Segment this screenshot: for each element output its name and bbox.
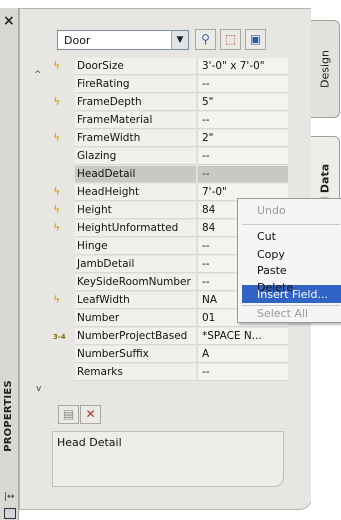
- menu-separator: [242, 224, 340, 225]
- property-name: FrameDepth: [75, 94, 196, 111]
- property-name: Hinge: [75, 238, 196, 255]
- lightning-icon: ϟ: [53, 293, 61, 306]
- lightning-icon: ϟ: [53, 203, 61, 216]
- property-value[interactable]: --: [197, 148, 288, 165]
- property-row[interactable]: ϟ FrameWidth 2": [50, 130, 288, 147]
- palette-properties-icon[interactable]: [4, 508, 16, 519]
- property-row[interactable]: ϟ DoorSize 3'-0" x 7'-0": [50, 58, 288, 75]
- property-set-icon: ▤: [62, 407, 75, 421]
- lightning-icon: ϟ: [53, 185, 61, 198]
- property-name: FireRating: [75, 76, 196, 93]
- menu-item-insert-field[interactable]: Insert Field...: [257, 288, 328, 301]
- property-value[interactable]: --: [197, 364, 288, 381]
- add-property-button[interactable]: ▤: [58, 405, 79, 424]
- filter-icon: ⚲: [201, 32, 210, 46]
- property-name: Glazing: [75, 148, 196, 165]
- property-row[interactable]: HeadDetail --: [50, 166, 288, 183]
- property-name: Remarks: [75, 364, 196, 381]
- lightning-icon: ϟ: [53, 131, 61, 144]
- description-box: Head Detail: [52, 431, 284, 487]
- chevron-down-icon[interactable]: ▼: [171, 31, 188, 49]
- property-name: Number: [75, 310, 196, 327]
- property-name: NumberProjectBased: [75, 328, 196, 345]
- property-value[interactable]: 5": [197, 94, 288, 111]
- palette-title: PROPERTIES: [3, 380, 14, 452]
- close-icon[interactable]: ×: [3, 14, 15, 28]
- property-row[interactable]: NumberSuffix A: [50, 346, 288, 363]
- property-value[interactable]: --: [197, 166, 288, 183]
- select-objects-icon: ⬚: [224, 32, 237, 46]
- auto-number-icon: 3-4: [53, 333, 66, 341]
- lightning-icon: ϟ: [53, 59, 61, 72]
- tab-design-label: Design: [318, 50, 332, 88]
- menu-item-cut[interactable]: Cut: [257, 230, 276, 243]
- menu-item-paste[interactable]: Paste: [257, 264, 287, 277]
- collapse-up-icon[interactable]: ^: [34, 70, 42, 80]
- menu-item-copy[interactable]: Copy: [257, 248, 285, 261]
- menu-item-undo[interactable]: Undo: [257, 204, 286, 217]
- remove-property-button[interactable]: ✕: [80, 405, 101, 424]
- filter-button[interactable]: ⚲: [195, 29, 216, 50]
- property-name: KeySideRoomNumber: [75, 274, 196, 291]
- remove-property-icon: ✕: [85, 407, 96, 421]
- property-row[interactable]: 3-4 NumberProjectBased *SPACE N...: [50, 328, 288, 345]
- property-value[interactable]: *SPACE N...: [197, 328, 288, 345]
- select-objects-button[interactable]: ⬚: [220, 29, 241, 50]
- context-menu: Undo Cut Copy Paste Delete Insert Field.…: [237, 198, 341, 323]
- property-name: HeadHeight: [75, 184, 196, 201]
- property-name: FrameWidth: [75, 130, 196, 147]
- property-name: NumberSuffix: [75, 346, 196, 363]
- property-name: Height: [75, 202, 196, 219]
- property-name: HeightUnformatted: [75, 220, 196, 237]
- menu-separator: [242, 305, 340, 306]
- property-name: FrameMaterial: [75, 112, 196, 129]
- quick-select-button[interactable]: ▣: [245, 29, 266, 50]
- property-name: DoorSize: [75, 58, 196, 75]
- collapse-down-icon[interactable]: v: [36, 384, 41, 394]
- menu-item-select-all[interactable]: Select All: [257, 307, 308, 320]
- property-row[interactable]: ϟ FrameDepth 5": [50, 94, 288, 111]
- object-type-value: Door: [64, 34, 91, 47]
- property-name: HeadDetail: [75, 166, 196, 183]
- lightning-icon: ϟ: [53, 95, 61, 108]
- property-value[interactable]: 2": [197, 130, 288, 147]
- property-row[interactable]: Remarks --: [50, 364, 288, 381]
- property-row[interactable]: FireRating --: [50, 76, 288, 93]
- property-value[interactable]: --: [197, 76, 288, 93]
- property-value[interactable]: 3'-0" x 7'-0": [197, 58, 288, 75]
- palette-title-strip[interactable]: × PROPERTIES |↔: [0, 8, 19, 520]
- property-name: LeafWidth: [75, 292, 196, 309]
- property-row[interactable]: Glazing --: [50, 148, 288, 165]
- property-value[interactable]: A: [197, 346, 288, 363]
- quick-select-icon: ▣: [249, 32, 262, 46]
- object-type-select[interactable]: Door ▼: [57, 30, 189, 50]
- auto-hide-icon[interactable]: |↔: [4, 492, 15, 502]
- description-text: Head Detail: [57, 436, 122, 449]
- property-name: JambDetail: [75, 256, 196, 273]
- tab-design[interactable]: Design: [311, 20, 340, 118]
- property-value[interactable]: --: [197, 112, 288, 129]
- lightning-icon: ϟ: [53, 221, 61, 234]
- property-row[interactable]: FrameMaterial --: [50, 112, 288, 129]
